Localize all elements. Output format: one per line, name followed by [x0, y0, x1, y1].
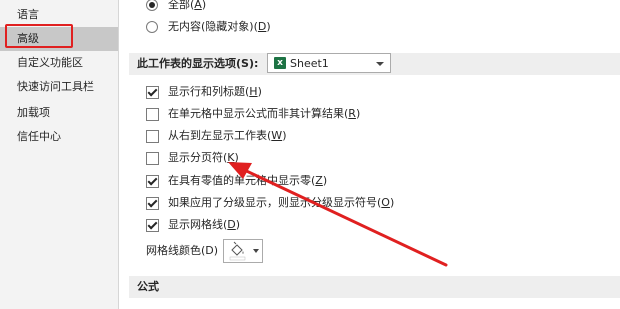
- show-headers-checkbox[interactable]: 显示行和列标题(H): [146, 83, 262, 101]
- sidebar-item-trust-center[interactable]: 信任中心: [0, 125, 118, 149]
- show-outline-symbols-checkbox[interactable]: 如果应用了分级显示，则显示分级显示符号(O): [146, 194, 394, 212]
- objects-none-radio[interactable]: 无内容(隐藏对象)(D): [146, 18, 271, 36]
- show-page-breaks-checkbox[interactable]: 显示分页符(K): [146, 149, 239, 167]
- checkbox[interactable]: [146, 196, 159, 210]
- show-gridlines-checkbox[interactable]: 显示网格线(D): [146, 216, 240, 234]
- show-formulas-checkbox[interactable]: 在单元格中显示公式而非其计算结果(R): [146, 105, 360, 123]
- access-key: H: [249, 85, 258, 98]
- access-key: Z: [315, 174, 323, 187]
- checkbox-text: 从右到左显示工作表: [168, 129, 267, 142]
- gridline-color-label: 网格线颜色(D): [146, 244, 219, 257]
- sidebar-item-quick-access-toolbar[interactable]: 快速访问工具栏: [0, 75, 118, 99]
- checkbox[interactable]: [146, 107, 159, 121]
- chevron-down-icon: [253, 249, 259, 253]
- checkbox[interactable]: [146, 174, 159, 188]
- sidebar-item-customize-ribbon[interactable]: 自定义功能区: [0, 51, 118, 75]
- excel-sheet-icon: x: [274, 57, 286, 69]
- chevron-down-icon: [376, 62, 384, 66]
- show-zero-values-checkbox[interactable]: 在具有零值的单元格中显示零(Z): [146, 172, 327, 190]
- radio-button[interactable]: [146, 0, 158, 11]
- advanced-highlight-box: [5, 24, 73, 48]
- checkbox-label: 从右到左显示工作表(W): [168, 129, 287, 142]
- formulas-section-header: 公式: [129, 276, 620, 298]
- checkbox-label: 在具有零值的单元格中显示零(Z): [168, 174, 328, 187]
- section-title: 公式: [137, 280, 159, 293]
- objects-all-radio[interactable]: 全部(A): [146, 0, 206, 14]
- section-label: 此工作表的显示选项(S):: [137, 57, 259, 70]
- access-key: O: [381, 196, 390, 209]
- sidebar-item-label: 快速访问工具栏: [17, 80, 94, 93]
- access-key: R: [348, 107, 356, 120]
- checkbox[interactable]: [146, 151, 159, 165]
- access-key: W: [271, 129, 283, 142]
- radio-text: 无内容(隐藏对象): [168, 20, 254, 33]
- sidebar-item-label: 加载项: [17, 106, 50, 119]
- sidebar-item-add-ins[interactable]: 加载项: [0, 101, 118, 125]
- advanced-options-panel: 全部(A) 无内容(隐藏对象)(D) 此工作表的显示选项(S): x Sheet…: [119, 0, 620, 309]
- checkbox-text: 显示分页符: [168, 151, 223, 164]
- checkbox[interactable]: [146, 85, 159, 99]
- sheet-select-dropdown[interactable]: x Sheet1: [267, 53, 391, 73]
- radio-label: 无内容(隐藏对象)(D): [168, 20, 271, 33]
- right-to-left-checkbox[interactable]: 从右到左显示工作表(W): [146, 127, 286, 145]
- checkbox-text: 如果应用了分级显示，则显示分级显示符号: [168, 196, 377, 209]
- checkbox[interactable]: [146, 129, 159, 143]
- checkbox[interactable]: [146, 218, 159, 232]
- checkbox-text: 显示网格线: [168, 218, 223, 231]
- access-key: D: [257, 20, 267, 33]
- access-key: A: [194, 0, 202, 11]
- paint-bucket-icon: [229, 241, 246, 261]
- checkbox-text: 在具有零值的单元格中显示零: [168, 174, 311, 187]
- checkbox-label: 显示分页符(K): [168, 151, 239, 164]
- radio-button[interactable]: [146, 21, 158, 33]
- checkbox-label: 显示行和列标题(H): [168, 85, 262, 98]
- access-key: D: [227, 218, 236, 231]
- checkbox-text: 在单元格中显示公式而非其计算结果: [168, 107, 344, 120]
- checkbox-label: 如果应用了分级显示，则显示分级显示符号(O): [168, 196, 395, 209]
- radio-label: 全部(A): [168, 0, 207, 11]
- radio-text: 全部: [168, 0, 190, 11]
- checkbox-label: 显示网格线(D): [168, 218, 241, 231]
- gridline-color-picker[interactable]: [223, 239, 263, 263]
- checkbox-text: 显示行和列标题: [168, 85, 245, 98]
- sidebar-item-label: 自定义功能区: [17, 56, 83, 69]
- access-key: K: [227, 151, 235, 164]
- sidebar-item-label: 信任中心: [17, 130, 61, 143]
- sheet-select-value: Sheet1: [290, 56, 329, 70]
- radio-dot: [149, 2, 155, 8]
- checkbox-label: 在单元格中显示公式而非其计算结果(R): [168, 107, 361, 120]
- sidebar-item-label: 语言: [17, 8, 39, 21]
